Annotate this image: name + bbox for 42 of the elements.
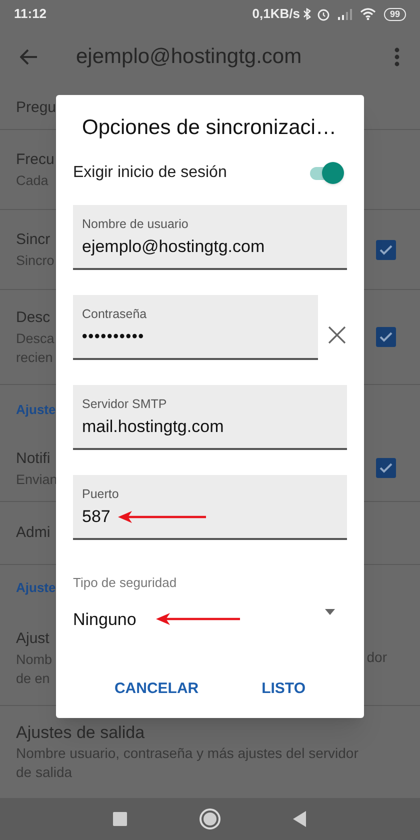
setting-title: Admi — [16, 523, 50, 543]
setting-title: Ajustes de salida — [16, 722, 145, 744]
back-icon[interactable] — [293, 811, 307, 827]
network-speed: 0,1KB/s — [252, 5, 300, 24]
dialog-title: Opciones de sincronizaci… — [82, 115, 336, 141]
field-label: Tipo de seguridad — [73, 574, 178, 592]
bluetooth-icon — [302, 8, 311, 20]
dropdown-caret-icon[interactable] — [325, 609, 335, 616]
setting-title: Desc — [16, 308, 50, 328]
section-header: Ajuste — [16, 401, 56, 420]
setting-title: Pregu — [16, 98, 56, 118]
clear-icon[interactable] — [328, 326, 346, 344]
status-time: 11:12 — [14, 5, 47, 24]
more-options-icon[interactable] — [394, 47, 400, 67]
home-icon[interactable] — [199, 808, 221, 830]
text-field[interactable]: Puerto 587 — [73, 475, 347, 540]
dialog-button[interactable]: LISTO — [252, 672, 316, 706]
password-field[interactable]: Contraseña •••••••••• — [73, 295, 318, 360]
wifi-icon — [360, 8, 376, 20]
checkmark-icon — [379, 244, 393, 256]
app-bar-title: ejemplo@hostingtg.com — [76, 44, 302, 70]
checkbox[interactable] — [376, 327, 396, 347]
section-header: Ajuste — [16, 578, 56, 597]
setting-title: Notifi — [16, 448, 50, 468]
checkbox[interactable] — [376, 458, 396, 478]
setting-title: Sincr — [16, 230, 50, 250]
dialog-button[interactable]: CANCELAR — [104, 672, 209, 706]
setting-title: Frecu — [16, 150, 54, 170]
alarm-icon — [316, 8, 330, 20]
checkmark-icon — [379, 331, 393, 343]
back-icon[interactable] — [20, 49, 38, 65]
toggle-label: Exigir inicio de sesión — [73, 163, 228, 183]
text-field[interactable]: Servidor SMTP mail.hostingtg.com — [73, 385, 347, 450]
dropdown-value: Ninguno — [73, 608, 136, 630]
toggle-switch[interactable] — [308, 162, 344, 184]
text-field[interactable]: Nombre de usuario ejemplo@hostingtg.com — [73, 205, 347, 270]
signal-icon — [338, 8, 352, 20]
checkmark-icon — [379, 462, 393, 474]
setting-title: Ajust — [16, 628, 50, 648]
checkbox[interactable] — [376, 240, 396, 260]
battery-icon: 99 — [384, 8, 406, 20]
security-type-dropdown[interactable]: Ninguno — [73, 606, 347, 632]
